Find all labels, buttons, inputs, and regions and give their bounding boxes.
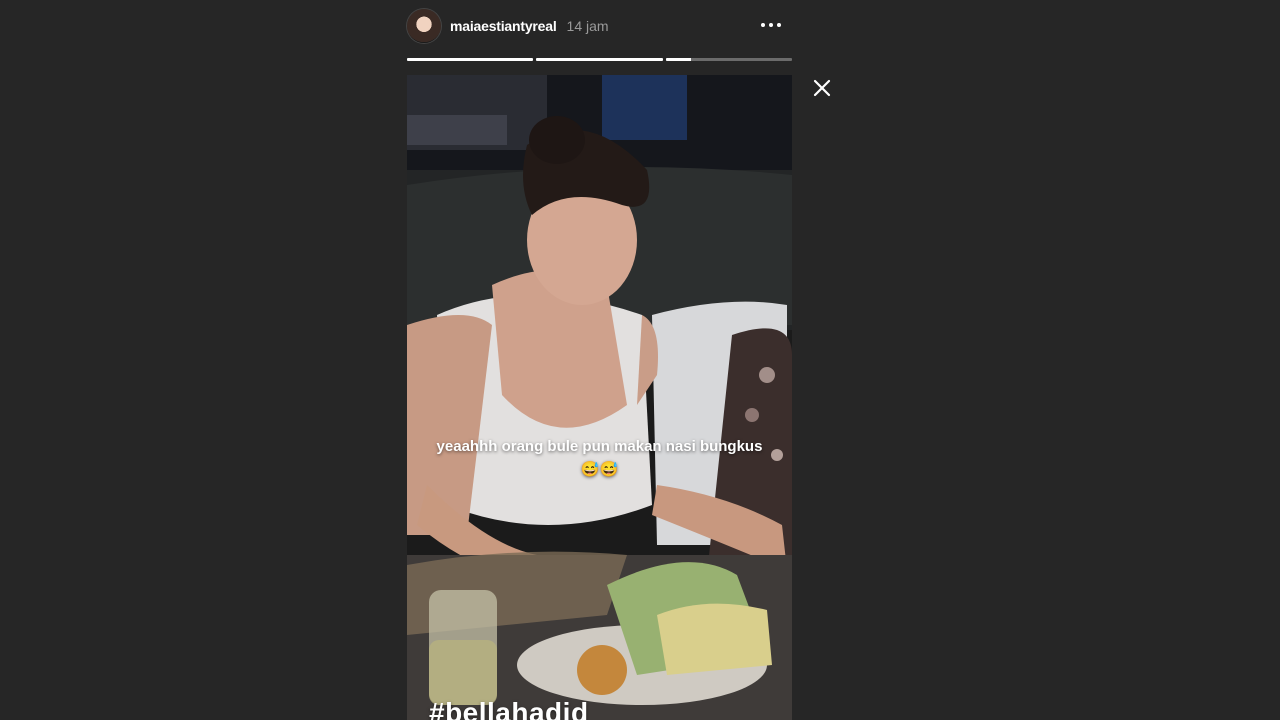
story-viewer: maiaestiantyreal 14 jam yeaahhh orang bu… [0, 0, 1280, 720]
hashtag-sticker[interactable]: #bellahadid [429, 697, 589, 720]
more-horizontal-icon [761, 23, 765, 27]
more-options-button[interactable] [756, 14, 786, 36]
progress-segment [665, 58, 792, 61]
username[interactable]: maiaestiantyreal [450, 18, 557, 34]
close-button[interactable] [808, 74, 836, 102]
story-photo [407, 75, 792, 720]
story-caption: yeaahhh orang bule pun makan nasi bungku… [436, 438, 763, 478]
avatar[interactable] [407, 9, 441, 43]
story-media[interactable]: yeaahhh orang bule pun makan nasi bungku… [407, 75, 792, 720]
progress-fill [536, 58, 663, 61]
timestamp: 14 jam [566, 18, 609, 34]
progress-fill [407, 58, 534, 61]
progress-segment [407, 58, 534, 61]
close-icon [813, 79, 831, 97]
more-dot [777, 23, 781, 27]
progress-fill [665, 58, 691, 61]
more-dot [769, 23, 773, 27]
story-header: maiaestiantyreal 14 jam [407, 6, 792, 46]
story-progress [407, 58, 792, 61]
progress-segment [536, 58, 663, 61]
